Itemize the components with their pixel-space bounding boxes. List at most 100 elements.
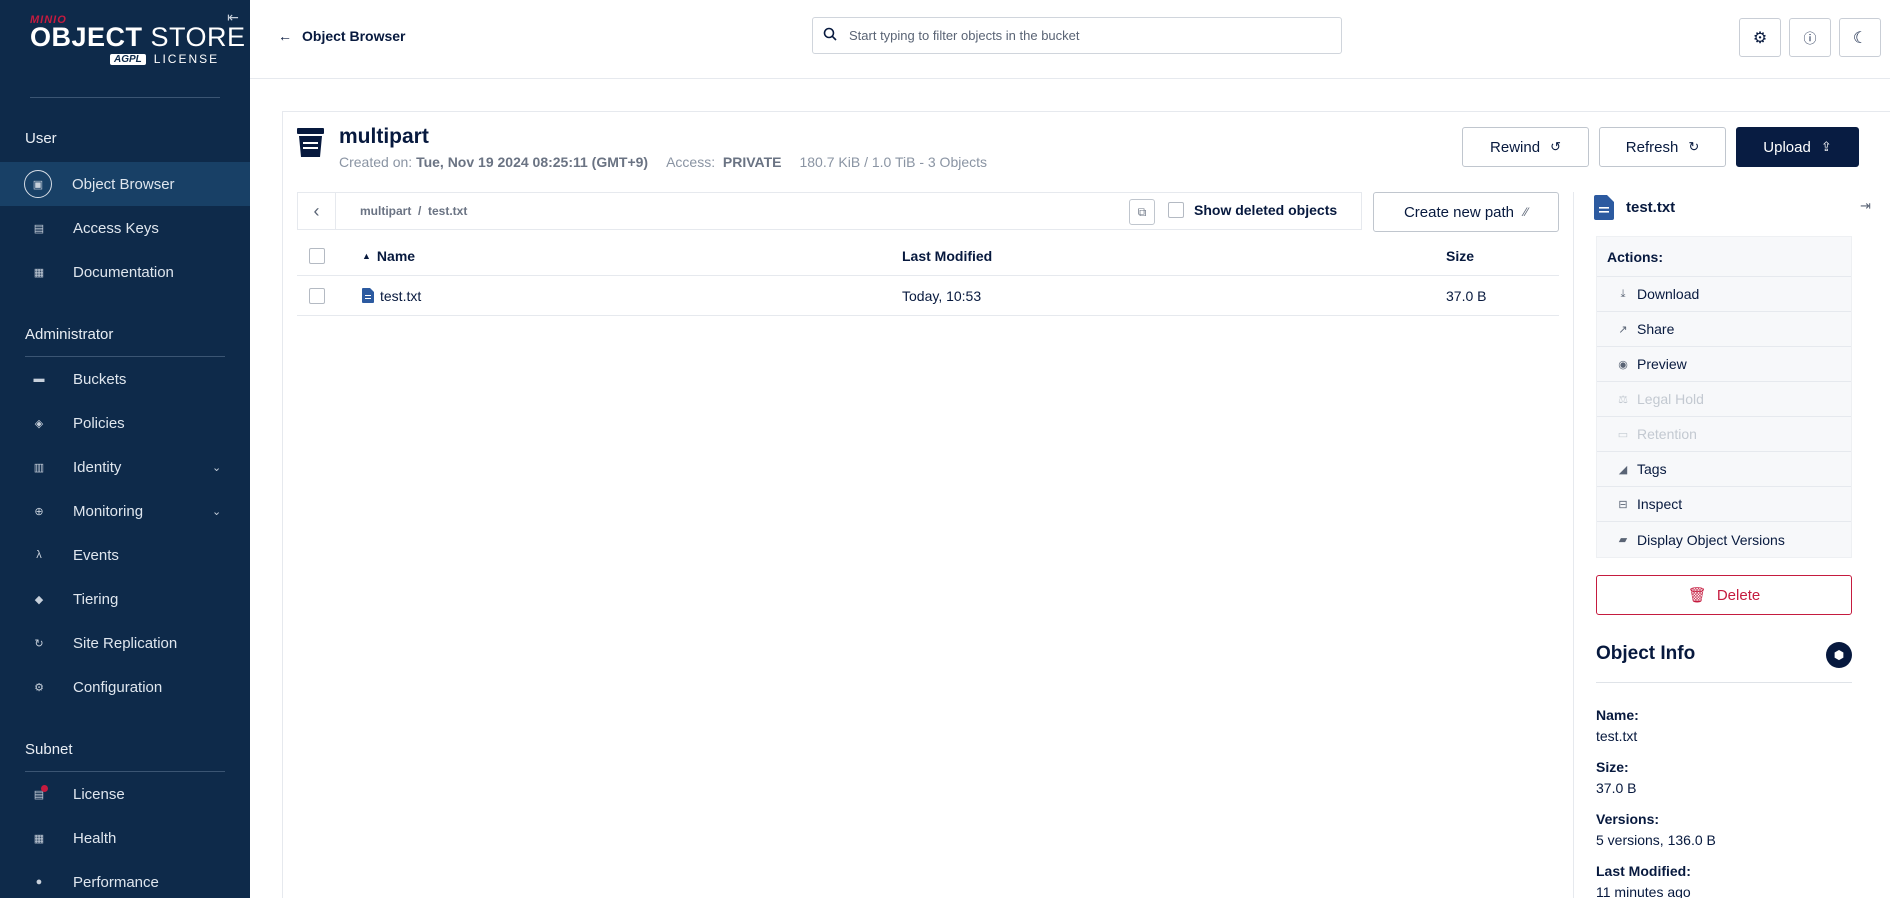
upload-button[interactable]: Upload ⇪	[1736, 127, 1859, 167]
bucket-content-card: multipart Created on: Tue, Nov 19 2024 0…	[282, 111, 1890, 898]
table-header: ▲ Name Last Modified Size	[297, 236, 1559, 276]
back-to-object-browser-link[interactable]: ← Object Browser	[278, 28, 405, 44]
action-download[interactable]: ⤓ Download	[1597, 277, 1851, 312]
upload-icon: ⇪	[1820, 139, 1832, 154]
created-on: Created on: Tue, Nov 19 2024 08:25:11 (G…	[339, 154, 649, 170]
breadcrumb[interactable]: multipart / test.txt	[360, 204, 467, 218]
legal-hold-icon: ⚖	[1618, 393, 1628, 406]
size-cell: 37.0 B	[1446, 287, 1487, 304]
row-checkbox[interactable]	[309, 287, 325, 304]
settings-button[interactable]: ⚙	[1739, 18, 1781, 57]
dark-mode-button[interactable]: ☾	[1839, 18, 1881, 57]
history-icon: ↺	[1550, 139, 1561, 154]
sidebar-item-label: Documentation	[73, 263, 174, 281]
sidebar-item-buckets[interactable]: ▬ Buckets	[0, 357, 250, 401]
gear-icon: ⚙	[1752, 29, 1768, 47]
sidebar-item-label: Access Keys	[73, 219, 159, 237]
info-name: Name: test.txt	[1596, 707, 1639, 744]
action-display-versions[interactable]: ▰ Display Object Versions	[1597, 522, 1851, 557]
sidebar-item-monitoring[interactable]: ⊕ Monitoring ⌄	[0, 489, 250, 533]
search-bar	[812, 17, 1342, 54]
new-path-icon: ⁄⁄	[1524, 205, 1529, 219]
back-link-label: Object Browser	[302, 28, 406, 44]
copy-icon: ⧉	[1137, 204, 1147, 219]
sidebar-item-label: Health	[73, 829, 117, 847]
sidebar-item-label: Identity	[73, 458, 122, 476]
show-deleted-label: Show deleted objects	[1194, 202, 1338, 218]
panel-title: test.txt	[1594, 192, 1675, 222]
sidebar-item-license[interactable]: ▤ License	[0, 772, 250, 816]
select-all-checkbox[interactable]	[309, 247, 325, 264]
sidebar-item-documentation[interactable]: ▦ Documentation	[0, 250, 250, 294]
action-share[interactable]: ↗ Share	[1597, 312, 1851, 347]
moon-icon: ☾	[1852, 29, 1868, 47]
action-retention: ▭ Retention	[1597, 417, 1851, 452]
chevron-left-icon: ‹	[313, 200, 320, 221]
object-info-icon[interactable]: ⬢	[1826, 642, 1852, 668]
access-keys-icon: ▤	[33, 222, 45, 235]
rewind-button[interactable]: Rewind ↺	[1462, 127, 1589, 167]
search-input[interactable]	[849, 28, 1309, 43]
sidebar-item-performance[interactable]: ● Performance	[0, 860, 250, 898]
chevron-down-icon: ⌄	[212, 461, 222, 474]
documentation-icon: ▦	[33, 266, 45, 279]
sort-asc-icon: ▲	[362, 250, 371, 261]
copy-path-button[interactable]: ⧉	[1129, 199, 1155, 225]
bucket-icon	[297, 128, 324, 157]
show-deleted-checkbox[interactable]	[1168, 202, 1184, 218]
bucket-meta: Created on: Tue, Nov 19 2024 08:25:11 (G…	[339, 154, 987, 170]
download-icon: ⤓	[1620, 287, 1626, 300]
sidebar-item-health[interactable]: ▦ Health	[0, 816, 250, 860]
sidebar-item-tiering[interactable]: ◆ Tiering	[0, 577, 250, 621]
retention-icon: ▭	[1617, 428, 1629, 441]
bucket-name: multipart	[339, 125, 429, 148]
section-title-subnet: Subnet	[25, 741, 73, 758]
action-preview[interactable]: ◉ Preview	[1597, 347, 1851, 382]
action-inspect[interactable]: ⊟ Inspect	[1597, 487, 1851, 522]
buckets-icon: ▬	[33, 373, 45, 385]
show-deleted-toggle[interactable]: Show deleted objects	[1168, 202, 1337, 218]
policies-icon: ◈	[34, 417, 44, 430]
sidebar-item-configuration[interactable]: ⚙ Configuration	[0, 665, 250, 709]
sidebar: MINIO OBJECT STORE AGPL LICENSE ⇤ User ▣ …	[0, 0, 250, 898]
object-name-cell: test.txt	[362, 288, 421, 304]
last-modified-cell: Today, 10:53	[902, 287, 982, 304]
actions-label: Actions:	[1597, 237, 1851, 277]
collapse-sidebar-icon[interactable]: ⇤	[224, 8, 242, 26]
sidebar-item-object-browser[interactable]: ▣ Object Browser	[0, 162, 250, 206]
inspect-icon: ⊟	[1618, 498, 1628, 511]
sidebar-item-identity[interactable]: ▥ Identity ⌄	[0, 445, 250, 489]
configuration-icon: ⚙	[34, 681, 44, 694]
sidebar-item-events[interactable]: λ Events	[0, 533, 250, 577]
column-header-size[interactable]: Size	[1446, 248, 1474, 264]
tiering-icon: ◆	[34, 593, 44, 606]
chevron-down-icon: ⌄	[212, 505, 222, 518]
divider	[30, 97, 220, 98]
sidebar-item-access-keys[interactable]: ▤ Access Keys	[0, 206, 250, 250]
preview-icon: ◉	[1618, 358, 1628, 371]
events-icon: λ	[36, 549, 42, 561]
share-icon: ↗	[1618, 323, 1628, 336]
info-versions: Versions: 5 versions, 136.0 B	[1596, 811, 1716, 848]
bucket-usage: 180.7 KiB / 1.0 TiB - 3 Objects	[799, 154, 988, 170]
sidebar-item-policies[interactable]: ◈ Policies	[0, 401, 250, 445]
top-header: ← Object Browser ⚙ ⓘ ☾	[250, 0, 1890, 79]
health-icon: ▦	[33, 832, 45, 845]
help-icon: ⓘ	[1803, 31, 1817, 46]
file-icon	[362, 288, 374, 303]
close-panel-icon[interactable]: ⇥	[1860, 198, 1871, 214]
sidebar-item-label: Performance	[73, 873, 159, 891]
create-new-path-button[interactable]: Create new path ⁄⁄	[1373, 192, 1559, 232]
refresh-button[interactable]: Refresh ↻	[1599, 127, 1726, 167]
breadcrumb-back-button[interactable]: ‹	[298, 193, 336, 229]
column-header-last-modified[interactable]: Last Modified	[902, 248, 992, 264]
help-button[interactable]: ⓘ	[1789, 18, 1831, 57]
column-header-name[interactable]: ▲ Name	[362, 248, 415, 264]
divider	[1596, 682, 1852, 683]
minio-logo[interactable]: MINIO OBJECT STORE AGPL LICENSE	[30, 14, 246, 66]
sidebar-item-site-replication[interactable]: ↻ Site Replication	[0, 621, 250, 665]
table-row[interactable]: test.txt Today, 10:53 37.0 B	[297, 276, 1559, 316]
action-tags[interactable]: ◢ Tags	[1597, 452, 1851, 487]
logo-license: AGPL LICENSE	[110, 52, 246, 66]
delete-button[interactable]: 🗑 Delete	[1596, 575, 1852, 615]
